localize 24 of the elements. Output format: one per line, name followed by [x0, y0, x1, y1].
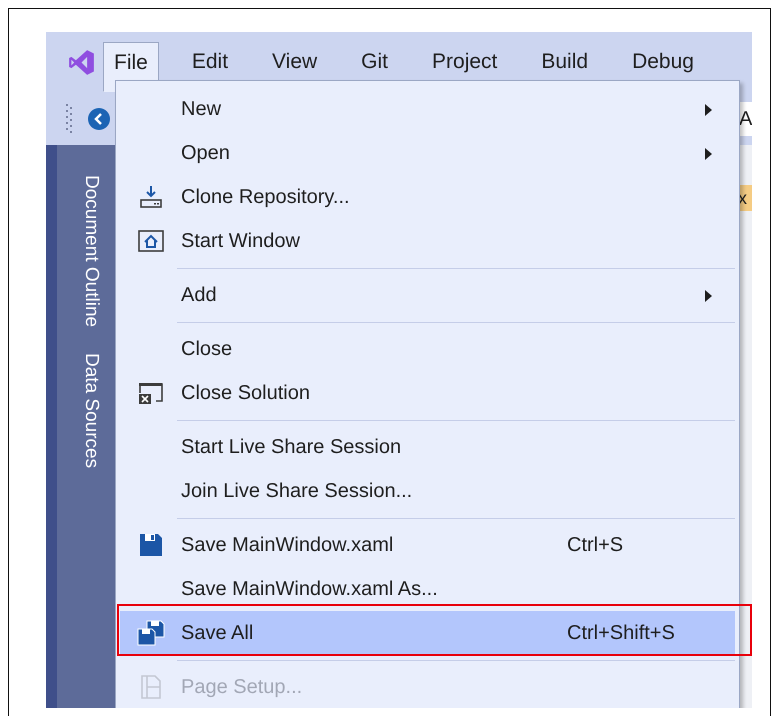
- menu-option[interactable]: Join Live Share Session...: [120, 469, 735, 513]
- menu-item[interactable]: Git: [350, 41, 400, 83]
- menu-option[interactable]: Save MainWindow.xaml Ctrl+S: [120, 523, 735, 567]
- menu-item[interactable]: Project: [421, 41, 508, 83]
- menu-option[interactable]: Close Solution: [120, 371, 735, 415]
- grip-icon[interactable]: [66, 104, 72, 134]
- menu-option[interactable]: Add: [120, 273, 735, 317]
- menu-option[interactable]: Start Window: [120, 219, 735, 263]
- menu-option[interactable]: Clone Repository...: [120, 175, 735, 219]
- logo-icon: [68, 48, 95, 76]
- menu-item[interactable]: Edit: [180, 41, 240, 83]
- shortcut-label: Ctrl+Shift+S: [567, 622, 675, 644]
- menu-option[interactable]: Close: [120, 327, 735, 371]
- menu-option[interactable]: Save MainWindow.xaml As...: [120, 567, 735, 611]
- side-tab[interactable]: Document Outline: [57, 173, 115, 330]
- back-icon[interactable]: [88, 108, 110, 130]
- side-tab[interactable]: Data Sources: [57, 351, 115, 470]
- shortcut-label: Ctrl+S: [567, 534, 624, 556]
- menu-item[interactable]: View: [261, 41, 328, 83]
- menu-option[interactable]: Start Live Share Session: [120, 425, 735, 469]
- menu-option[interactable]: Open: [120, 131, 735, 175]
- menu-item[interactable]: Debug: [621, 41, 705, 83]
- menu-item[interactable]: Build: [530, 41, 600, 83]
- menu-option[interactable]: Save All Ctrl+Shift+S: [120, 611, 735, 655]
